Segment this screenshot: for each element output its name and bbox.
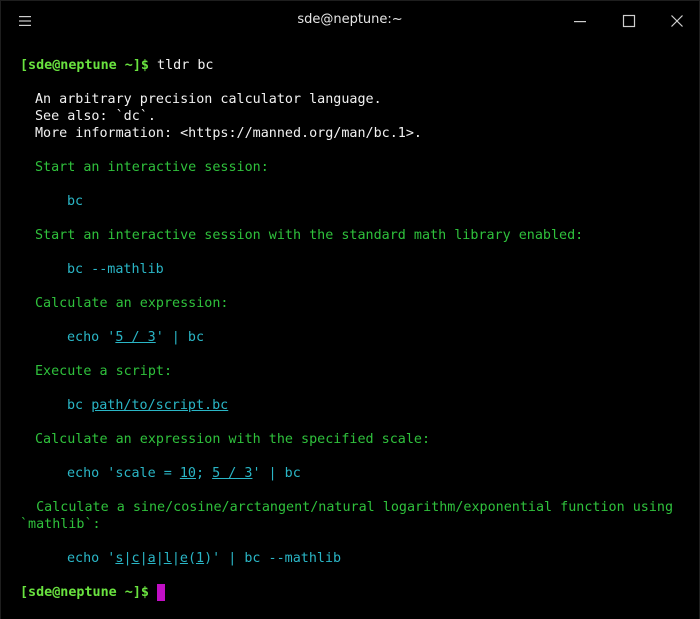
command-argument: 10 [179, 466, 196, 481]
prompt-line[interactable]: [sde@neptune ~]$ [20, 584, 166, 601]
command-fragment: | [171, 551, 180, 566]
command-fragment: ) [204, 551, 213, 566]
terminal-window: sde@neptune:~ [sde@neptune ~]$ tldr bc A… [0, 0, 700, 619]
example-description: Start an interactive session with the st… [35, 228, 584, 243]
example-command: bc [67, 194, 84, 209]
example-command: echo 'scale = 10; 5 / 3' | bc [67, 465, 301, 482]
command-fragment: | [123, 551, 132, 566]
command-fragment: echo ' [67, 330, 116, 345]
example-command: echo '5 / 3' | bc [67, 329, 204, 346]
command-argument: path/to/script.bc [91, 398, 229, 413]
command-fragment: ( [187, 551, 196, 566]
command-argument: 5 / 3 [212, 466, 253, 481]
example-description: Start an interactive session: [35, 160, 269, 175]
window-title: sde@neptune:~ [297, 12, 403, 27]
example-command: bc path/to/script.bc [67, 397, 228, 414]
intro-line: More information: <https://manned.org/ma… [35, 126, 422, 141]
terminal-output[interactable]: [sde@neptune ~]$ tldr bc An arbitrary pr… [1, 41, 699, 619]
example-description: Calculate an expression with the specifi… [35, 432, 431, 447]
command-fragment: echo ' [67, 551, 116, 566]
command-input[interactable] [149, 585, 157, 600]
shell-prompt: [sde@neptune ~]$ [20, 585, 149, 600]
command-argument: c [131, 551, 140, 566]
shell-prompt: [sde@neptune ~]$ [20, 58, 149, 73]
intro-line: See also: `dc`. [35, 109, 156, 124]
command-fragment: ; [196, 466, 213, 481]
command-fragment: echo 'scale = [67, 466, 180, 481]
command-fragment: | [139, 551, 148, 566]
command-fragment: ' | bc [252, 466, 301, 481]
text-cursor [157, 584, 166, 601]
command-fragment: ' | bc --mathlib [212, 551, 342, 566]
command-argument: 5 / 3 [115, 330, 156, 345]
example-description: Execute a script: [35, 364, 173, 379]
example-description: `mathlib`: [20, 517, 101, 532]
command-argument: a [147, 551, 156, 566]
command-argument: l [163, 551, 172, 566]
prompt-line: [sde@neptune ~]$ tldr bc [20, 57, 214, 74]
minimize-icon[interactable] [568, 9, 592, 33]
example-command: echo 's|c|a|l|e(1)' | bc --mathlib [67, 550, 341, 567]
example-command: bc --mathlib [67, 262, 164, 277]
close-icon[interactable] [665, 9, 689, 33]
command-argument: e [179, 551, 188, 566]
example-description: Calculate a sine/cosine/arctangent/natur… [20, 500, 674, 515]
command-fragment: | [155, 551, 164, 566]
command-argument: 1 [196, 551, 205, 566]
command-text: tldr bc [149, 58, 214, 73]
example-description: Calculate an expression: [35, 296, 229, 311]
maximize-icon[interactable] [617, 9, 641, 33]
command-fragment: ' | bc [155, 330, 205, 345]
intro-line: An arbitrary precision calculator langua… [35, 92, 382, 107]
title-bar[interactable]: sde@neptune:~ [1, 1, 699, 41]
command-fragment: bc [67, 398, 92, 413]
